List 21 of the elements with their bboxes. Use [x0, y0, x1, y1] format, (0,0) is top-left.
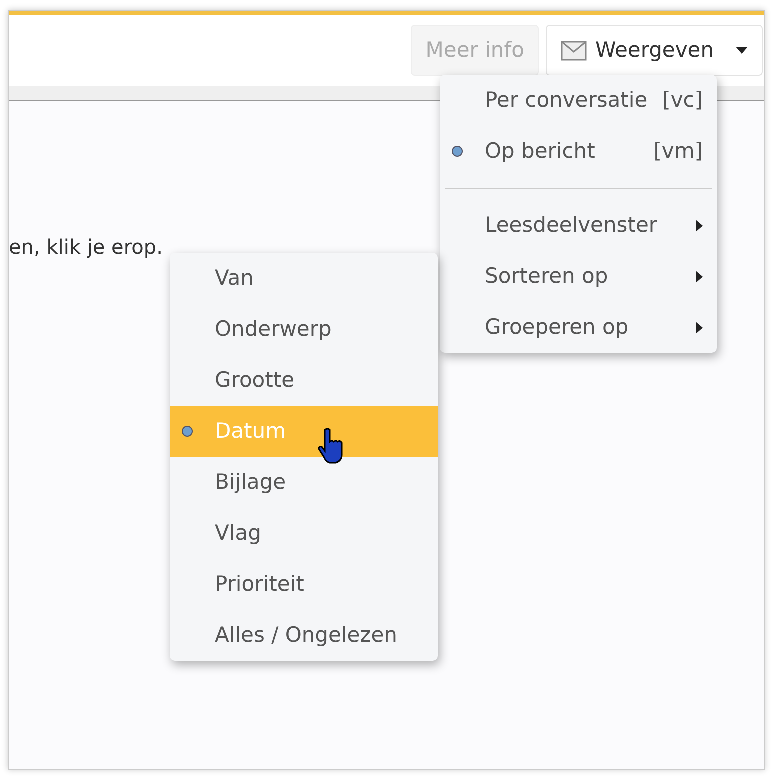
menu-item[interactable]: Vlag — [170, 508, 438, 559]
submenu-item[interactable]: Sorteren op — [440, 251, 717, 302]
shortcut-text: [vc] — [662, 86, 703, 114]
caret-icon — [736, 46, 748, 54]
menu-item[interactable]: Onderwerp — [170, 304, 438, 355]
menu-item[interactable]: Op bericht [vm] — [440, 126, 717, 177]
menu-item[interactable]: Van — [170, 253, 438, 304]
submenu-arrow-icon — [696, 322, 703, 334]
menu-item[interactable]: Grootte — [170, 355, 438, 406]
submenu-arrow-icon — [696, 220, 703, 232]
submenu-item[interactable]: Leesdeelvenster — [440, 200, 717, 251]
view-dropdown-button[interactable]: Weergeven — [546, 25, 763, 76]
submenu-arrow-icon — [696, 270, 703, 282]
menu-item[interactable]: Per conversatie [vc] — [440, 75, 717, 126]
menu-item[interactable]: Prioriteit — [170, 559, 438, 610]
shortcut-text: [vm] — [654, 138, 703, 165]
submenu-item[interactable]: Groeperen op — [440, 302, 717, 353]
content-text: en, klik je erop. — [9, 234, 163, 261]
envelope-icon — [561, 40, 588, 60]
menu-item[interactable]: Alles / Ongelezen — [170, 610, 438, 661]
menu-item[interactable]: Bijlage — [170, 457, 438, 508]
